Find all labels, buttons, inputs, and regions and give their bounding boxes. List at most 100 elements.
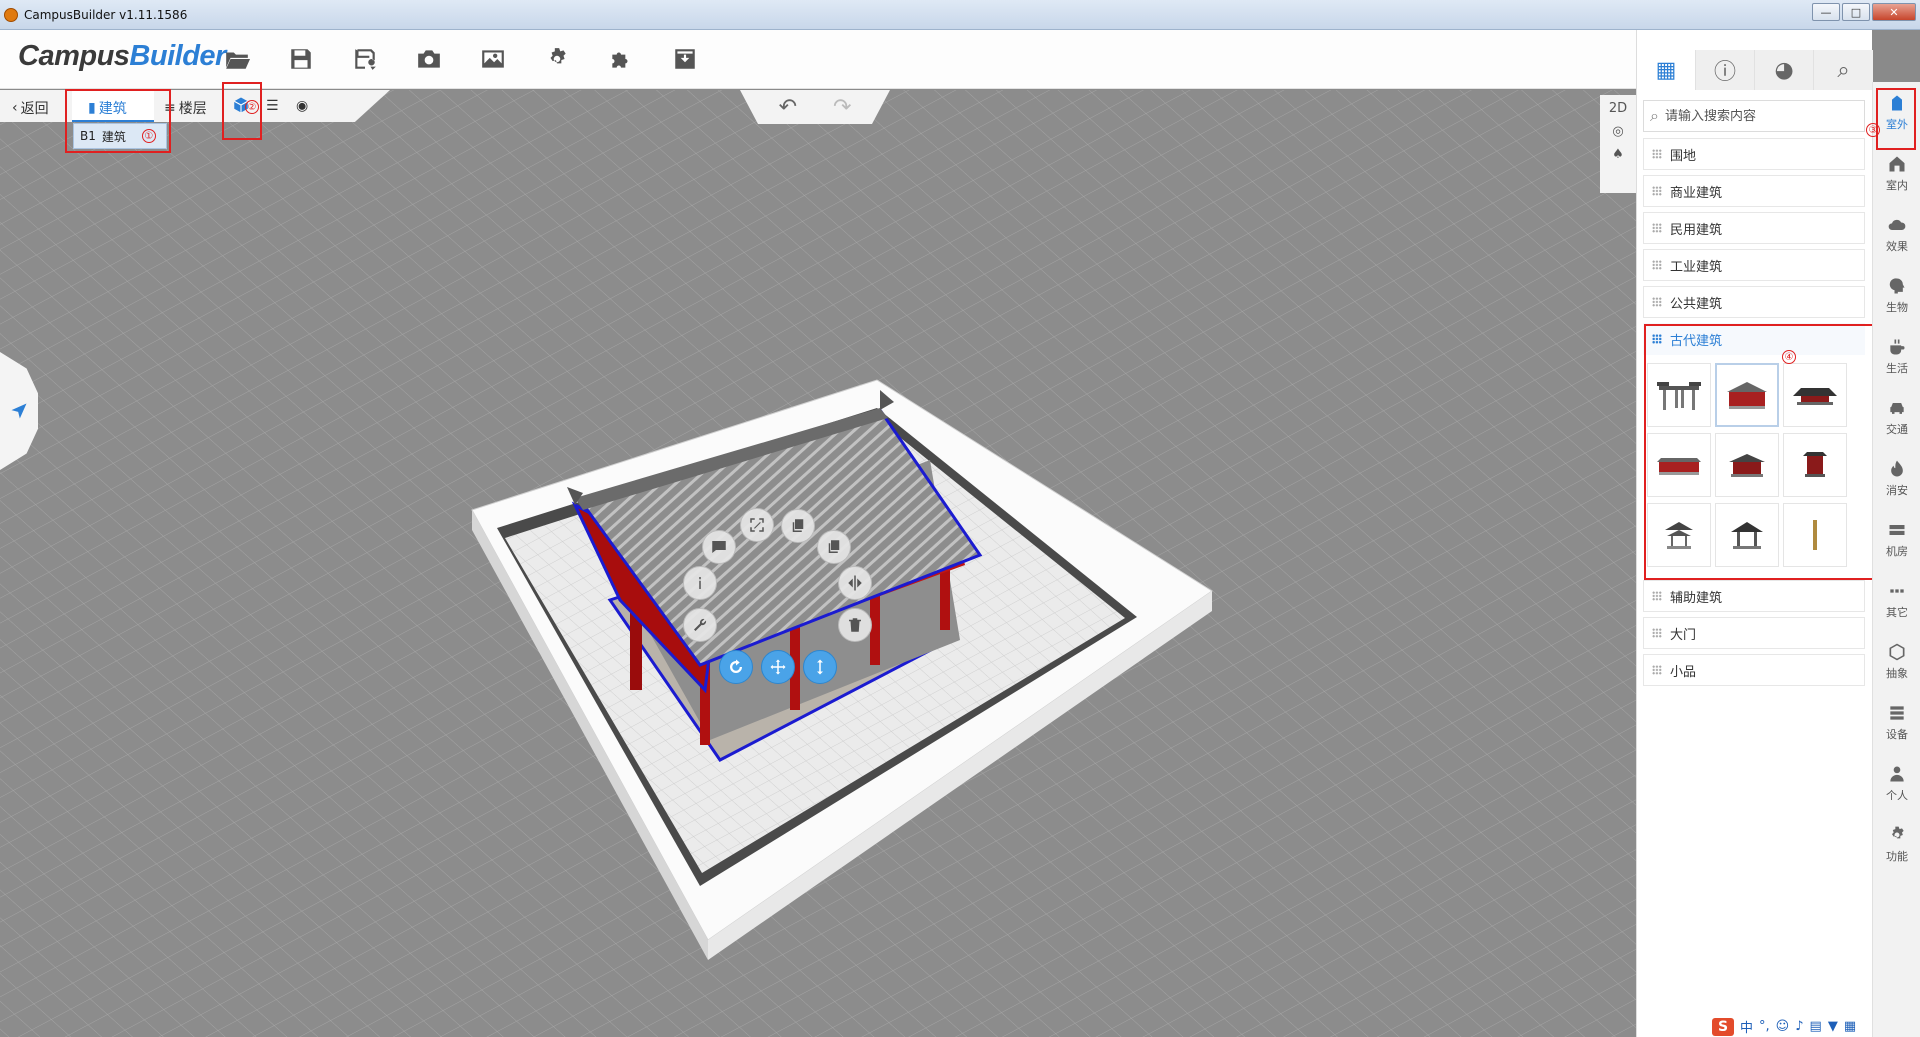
strip-effect[interactable]: 效果 <box>1873 204 1920 265</box>
car-icon <box>1890 403 1904 414</box>
strip-label: 抽象 <box>1886 667 1908 680</box>
strip-creature[interactable]: 生物 <box>1873 265 1920 326</box>
app-icon <box>4 7 18 22</box>
stack-icon[interactable]: ☰ <box>266 98 279 114</box>
grip-icon <box>1652 665 1662 675</box>
category-item[interactable]: 小品 <box>1643 654 1865 686</box>
enclosure-wall[interactable] <box>471 379 1213 960</box>
category-label: 大门 <box>1670 627 1697 643</box>
category-item[interactable]: 大门 <box>1643 617 1865 649</box>
category-label: 商业建筑 <box>1670 185 1723 201</box>
left-panel-toggle[interactable] <box>0 352 38 470</box>
strip-other[interactable]: 其它 <box>1873 570 1920 631</box>
cloud-icon <box>1888 219 1906 230</box>
info-circle-icon[interactable]: ⓘ <box>1696 50 1756 90</box>
search-input[interactable] <box>1664 108 1845 124</box>
strip-label: 个人 <box>1886 789 1908 802</box>
sogou-logo-icon[interactable]: S <box>1712 1017 1734 1036</box>
strip-traffic[interactable]: 交通 <box>1873 387 1920 448</box>
minimize-button[interactable]: — <box>1812 3 1840 21</box>
emoji-icon[interactable]: ☺ <box>1776 1019 1790 1034</box>
category-label: 辅助建筑 <box>1670 590 1723 606</box>
category-strip: 室外 室内 效果 生物 生活 交通 消安 机房 其它 抽象 设备 个人 功能 <box>1872 82 1920 1037</box>
category-item[interactable]: 围地 <box>1643 138 1865 170</box>
grid-apps-icon[interactable]: ▦ <box>1637 50 1697 90</box>
duplicate-icon[interactable] <box>817 530 851 564</box>
cursor-arrow-icon <box>11 403 27 419</box>
vertical-move-icon[interactable] <box>803 650 837 684</box>
category-item[interactable]: 商业建筑 <box>1643 175 1865 207</box>
grip-icon <box>1652 297 1662 307</box>
ancient-building-model[interactable] <box>567 390 983 762</box>
view-2d-toggle[interactable]: 2D <box>1609 101 1627 116</box>
annotation-box-1 <box>65 89 171 153</box>
mic-icon[interactable]: ♪ <box>1795 1019 1803 1034</box>
strip-personal[interactable]: 个人 <box>1873 753 1920 814</box>
tab-floor-label: 楼层 <box>178 101 207 117</box>
chevron-left-icon: ‹ <box>12 100 18 116</box>
category-label: 工业建筑 <box>1670 259 1723 275</box>
redo-icon[interactable]: ↷ <box>833 95 851 120</box>
move-icon[interactable] <box>761 650 795 684</box>
search-icon[interactable]: ⌕ <box>1814 50 1873 90</box>
view-reset-icon[interactable]: ◎ <box>1612 124 1623 139</box>
strip-server-room[interactable]: 机房 <box>1873 509 1920 570</box>
rotate-icon[interactable] <box>719 650 753 684</box>
eye-icon[interactable]: ◉ <box>296 98 308 114</box>
camera-icon[interactable] <box>414 44 444 74</box>
palette-icon[interactable]: ◕ <box>1755 50 1815 90</box>
category-label: 公共建筑 <box>1670 296 1723 312</box>
save-as-icon[interactable] <box>350 44 380 74</box>
user-icon <box>1890 766 1904 782</box>
more-dots-icon <box>1890 589 1904 593</box>
wrench-icon[interactable] <box>683 608 717 642</box>
edit-bounds-icon[interactable] <box>740 508 774 542</box>
toolbox-icon[interactable]: ▦ <box>1844 1019 1856 1034</box>
folder-open-icon[interactable] <box>222 44 252 74</box>
category-label: 围地 <box>1670 148 1697 164</box>
download-box-icon[interactable] <box>670 44 700 74</box>
strip-function[interactable]: 功能 <box>1873 814 1920 875</box>
head-icon <box>1889 278 1905 294</box>
close-button[interactable]: ✕ <box>1872 3 1916 21</box>
settings-gear-icon[interactable] <box>542 44 572 74</box>
info-icon[interactable] <box>683 566 717 600</box>
punctuation-icon[interactable]: °, <box>1759 1019 1770 1034</box>
grip-icon <box>1652 149 1662 159</box>
category-item[interactable]: 工业建筑 <box>1643 249 1865 281</box>
ime-mode[interactable]: 中 <box>1740 1017 1753 1036</box>
strip-fire-safety[interactable]: 消安 <box>1873 448 1920 509</box>
strip-abstract[interactable]: 抽象 <box>1873 631 1920 692</box>
mirror-icon[interactable] <box>838 566 872 600</box>
copy-icon[interactable] <box>781 509 815 543</box>
plugin-puzzle-icon[interactable] <box>606 44 636 74</box>
house-icon <box>1889 156 1905 172</box>
mode-subbar: ‹ 返回 ▮ 建筑 ≡ 楼层 ☰ ◉ <box>0 90 390 122</box>
category-item[interactable]: 辅助建筑 <box>1643 580 1865 612</box>
save-icon[interactable] <box>286 44 316 74</box>
maximize-button[interactable]: □ <box>1842 3 1870 21</box>
skin-icon[interactable]: ▼ <box>1828 1019 1838 1034</box>
category-label: 小品 <box>1670 664 1697 680</box>
strip-life[interactable]: 生活 <box>1873 326 1920 387</box>
ground-grid <box>0 90 1636 1037</box>
strip-device[interactable]: 设备 <box>1873 692 1920 753</box>
annotation-2: ② <box>245 100 259 114</box>
3d-scene-canvas[interactable] <box>0 90 1636 1037</box>
flame-icon <box>1891 460 1903 477</box>
strip-indoor[interactable]: 室内 <box>1873 143 1920 204</box>
strip-label: 功能 <box>1886 850 1908 863</box>
device-list-icon <box>1890 706 1904 720</box>
back-button[interactable]: ‹ 返回 <box>12 98 49 118</box>
category-item[interactable]: 公共建筑 <box>1643 286 1865 318</box>
image-icon[interactable] <box>478 44 508 74</box>
undo-icon[interactable]: ↶ <box>779 95 797 120</box>
wireframe-cube-icon <box>1889 643 1905 661</box>
grip-icon <box>1652 260 1662 270</box>
strip-label: 生物 <box>1886 301 1908 314</box>
delete-trash-icon[interactable] <box>838 608 872 642</box>
keyboard-icon[interactable]: ▤ <box>1810 1019 1822 1034</box>
tree-icon[interactable]: ♠ <box>1612 147 1624 162</box>
comment-icon[interactable] <box>702 530 736 564</box>
category-item[interactable]: 民用建筑 <box>1643 212 1865 244</box>
